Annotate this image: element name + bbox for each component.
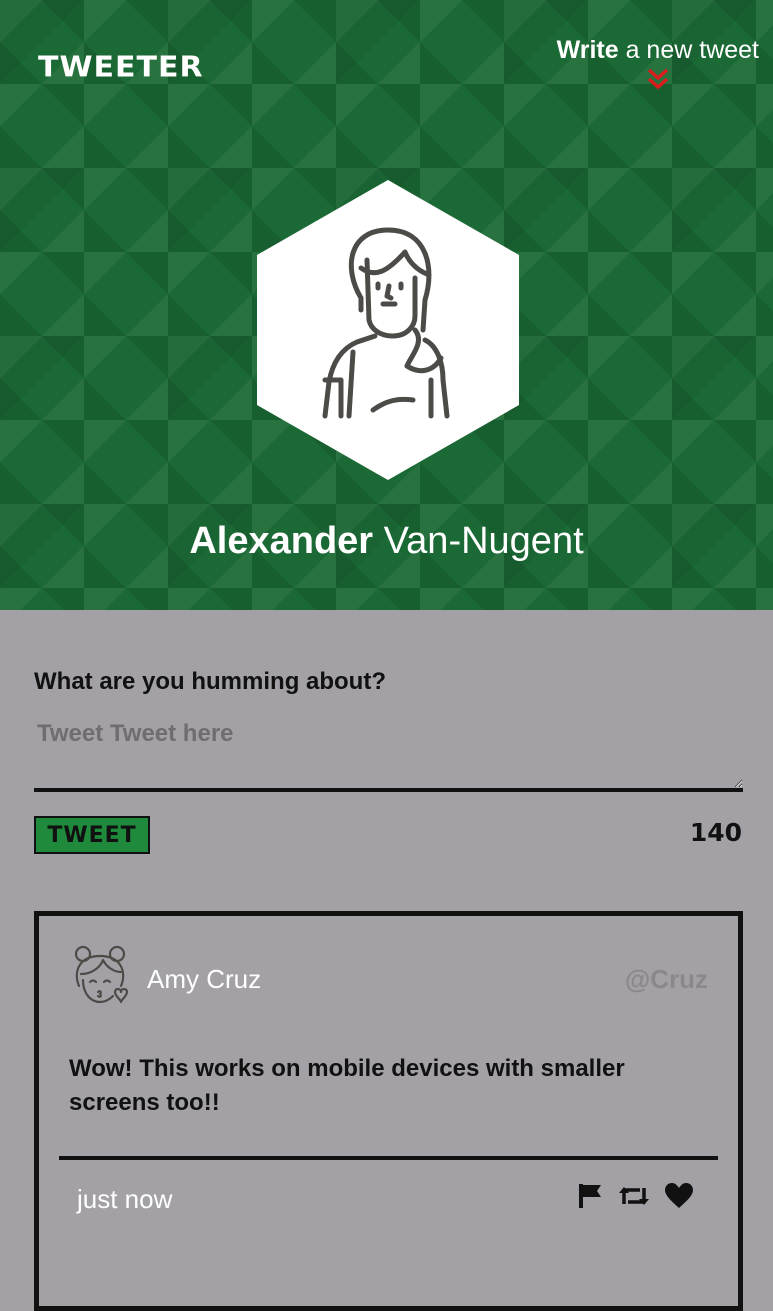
app-logo[interactable]: TWEETER — [38, 51, 204, 84]
write-label-strong: Write — [556, 36, 619, 64]
profile-name: Alexander Van-Nugent — [0, 520, 773, 563]
tweet-divider — [59, 1156, 718, 1160]
tweet-author-handle[interactable]: @Cruz — [625, 964, 708, 995]
char-counter: 140 — [689, 818, 742, 847]
flag-icon[interactable] — [576, 1182, 604, 1210]
write-label-rest: a new tweet — [618, 36, 759, 64]
profile-first-name: Alexander — [189, 520, 374, 562]
profile-last-name: Van-Nugent — [373, 520, 584, 562]
double-chevron-down-icon — [557, 67, 759, 91]
profile-header: TWEETER Write a new tweet Alexander Van-… — [0, 0, 773, 610]
heart-icon[interactable] — [664, 1182, 694, 1210]
tweet-text: Wow! This works on mobile devices with s… — [69, 1055, 625, 1116]
write-new-tweet-toggle[interactable]: Write a new tweet — [557, 36, 759, 91]
tweet-timestamp: just now — [77, 1184, 173, 1214]
tweet-submit-button[interactable]: TWEET — [34, 816, 150, 854]
tweet-card: Amy Cruz @Cruz Wow! This works on mobile… — [34, 911, 743, 1311]
profile-avatar — [257, 180, 519, 480]
tweet-actions — [576, 1182, 694, 1210]
tweet-input[interactable] — [34, 714, 743, 792]
tweet-author-avatar — [74, 945, 129, 1004]
retweet-icon[interactable] — [618, 1182, 650, 1210]
composer-prompt: What are you humming about? — [34, 668, 386, 695]
tweet-author-name[interactable]: Amy Cruz — [147, 964, 261, 995]
tweet-composer: What are you humming about? — [34, 668, 743, 792]
